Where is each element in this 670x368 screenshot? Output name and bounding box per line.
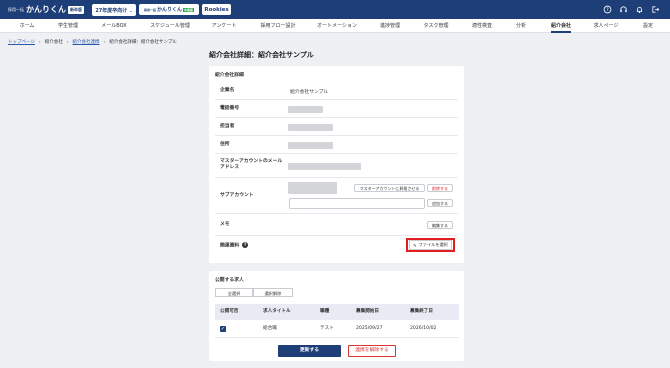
breadcrumb-current: 紹介会社詳細：紹介会社サンプル: [109, 40, 177, 45]
master-email-redacted: [288, 163, 361, 170]
company-value: 紹介会社サンプル: [290, 90, 329, 95]
help-circle-icon[interactable]: ?: [603, 5, 612, 14]
col-category: 職種: [320, 309, 330, 314]
nav-analysis[interactable]: 分析: [516, 19, 526, 33]
kanrikun-logo[interactable]: 採用一括 かんりくん 新卒版: [8, 4, 84, 15]
top-header: 採用一括 かんりくん 新卒版 27年度卒向け ⌄ 採用一括 かんりくん 中途版 …: [0, 0, 670, 19]
year-select-label: 27年度卒向け: [95, 7, 128, 14]
nav-settings[interactable]: 設定: [643, 19, 653, 33]
edit-memo-button[interactable]: 編集する: [427, 221, 453, 229]
nav-mailbox[interactable]: メールBOX: [101, 19, 126, 33]
select-all-button[interactable]: 全選択: [215, 288, 253, 297]
breadcrumb-agencies: 紹介会社: [44, 40, 63, 45]
nav-job-page[interactable]: 求人ページ: [594, 19, 619, 33]
chevron-down-icon: ⌄: [129, 7, 133, 13]
category-cell: テスト: [320, 326, 334, 331]
sub-account-redacted: [288, 182, 337, 194]
job-title-cell: 総合職: [263, 326, 277, 331]
related-docs-label-text: 関連資料: [220, 243, 240, 249]
address-label: 住所: [220, 142, 230, 147]
nav-tasks[interactable]: タスク管理: [423, 19, 448, 33]
col-end-date: 募集終了日: [410, 309, 433, 314]
breadcrumb: トップページ › 紹介会社 › 紹介会社連携 › 紹介会社詳細：紹介会社サンプル: [8, 39, 177, 46]
phone-label: 電話番号: [220, 106, 240, 111]
col-job-title: 求人タイトル: [263, 309, 291, 314]
end-date-cell: 2026/10/02: [410, 326, 437, 331]
public-checkbox[interactable]: ✓: [220, 326, 226, 332]
deselect-all-button[interactable]: 選択解除: [253, 288, 293, 297]
question-icon[interactable]: ?: [242, 242, 249, 248]
breadcrumb-top[interactable]: トップページ: [8, 39, 35, 45]
pencil-icon: ✎: [413, 242, 417, 248]
detail-card-title: 紹介会社詳細: [215, 73, 244, 78]
chevron-right-icon: ›: [38, 39, 41, 45]
memo-row: メモ: [215, 214, 458, 236]
nav-schedule[interactable]: スケジュール管理: [150, 19, 190, 33]
col-public: 公開可否: [220, 309, 239, 314]
nav-students[interactable]: 学生管理: [58, 19, 78, 33]
promote-to-master-button[interactable]: マスターアカウントに昇格させる: [354, 184, 425, 192]
nav-automation[interactable]: オートメーション: [317, 19, 357, 33]
pill-small-text: 採用一括: [143, 7, 156, 12]
headset-icon[interactable]: [619, 5, 628, 14]
page-title: 紹介会社詳細：紹介会社サンプル: [209, 51, 314, 59]
start-date-cell: 2025/09/27: [356, 326, 383, 331]
address-row: 住所: [215, 136, 458, 154]
memo-label: メモ: [220, 222, 230, 227]
sub-account-label: サブアカウント: [220, 193, 254, 198]
logo-badge: 新卒版: [68, 5, 84, 14]
person-row: 担当者: [215, 118, 458, 136]
sub-account-input[interactable]: [289, 198, 425, 209]
select-file-inner: ✎ ファイルを選択: [409, 240, 452, 250]
logo-small-text: 採用一括: [8, 6, 24, 12]
address-redacted: [288, 142, 333, 149]
select-file-label: ファイルを選択: [418, 242, 448, 247]
person-label: 担当者: [220, 124, 235, 129]
add-sub-account-button[interactable]: 追加する: [427, 199, 453, 207]
pill-main-text: かんりくん: [156, 7, 182, 13]
nav-progress[interactable]: 進捗管理: [380, 19, 400, 33]
select-file-button[interactable]: ✎ ファイルを選択: [406, 238, 455, 252]
col-start-date: 募集開始日: [356, 309, 379, 314]
chevron-right-icon: ›: [103, 39, 106, 45]
master-email-row: マスターアカウントのメール アドレス: [215, 154, 458, 178]
chevron-right-icon: ›: [66, 39, 69, 45]
cancel-integration-button[interactable]: 連携を解除する: [348, 345, 396, 357]
delete-sub-account-button[interactable]: 削除する: [427, 184, 453, 192]
pill-badge: 中途版: [183, 7, 195, 12]
logo-main-text: かんりくん: [26, 4, 66, 14]
breadcrumb-agency-link[interactable]: 紹介会社連携: [73, 39, 100, 45]
main-nav: ホーム 学生管理 メールBOX スケジュール管理 アンケート 採用フロー設計 オ…: [0, 19, 670, 33]
person-redacted: [288, 124, 333, 131]
nav-flow-design[interactable]: 採用フロー設計: [260, 19, 295, 33]
logout-icon[interactable]: [651, 5, 660, 14]
year-select[interactable]: 27年度卒向け ⌄: [92, 4, 136, 16]
update-button[interactable]: 更新する: [278, 345, 341, 357]
nav-agencies[interactable]: 紹介会社: [550, 19, 572, 33]
rookies-logo[interactable]: Rookies: [202, 4, 231, 15]
chuto-logo-pill[interactable]: 採用一括 かんりくん 中途版: [139, 4, 199, 15]
master-email-label-line2: アドレス: [220, 165, 240, 170]
jobs-card-title: 公開する求人: [215, 278, 244, 283]
bell-icon[interactable]: [635, 5, 644, 14]
nav-aptitude[interactable]: 適性検査: [472, 19, 492, 33]
company-label: 企業名: [220, 88, 235, 93]
phone-redacted: [288, 106, 323, 113]
company-row: 企業名 紹介会社サンプル: [215, 82, 458, 100]
table-row: ✓ 総合職 テスト 2025/09/27 2026/10/02: [215, 320, 459, 338]
jobs-table-header: 公開可否 求人タイトル 職種 募集開始日 募集終了日: [215, 304, 459, 320]
nav-home[interactable]: ホーム: [20, 19, 35, 33]
nav-survey[interactable]: アンケート: [212, 19, 237, 33]
related-docs-label: 関連資料?: [220, 242, 249, 250]
master-email-label: マスターアカウントのメール アドレス: [220, 159, 282, 171]
phone-row: 電話番号: [215, 100, 458, 118]
